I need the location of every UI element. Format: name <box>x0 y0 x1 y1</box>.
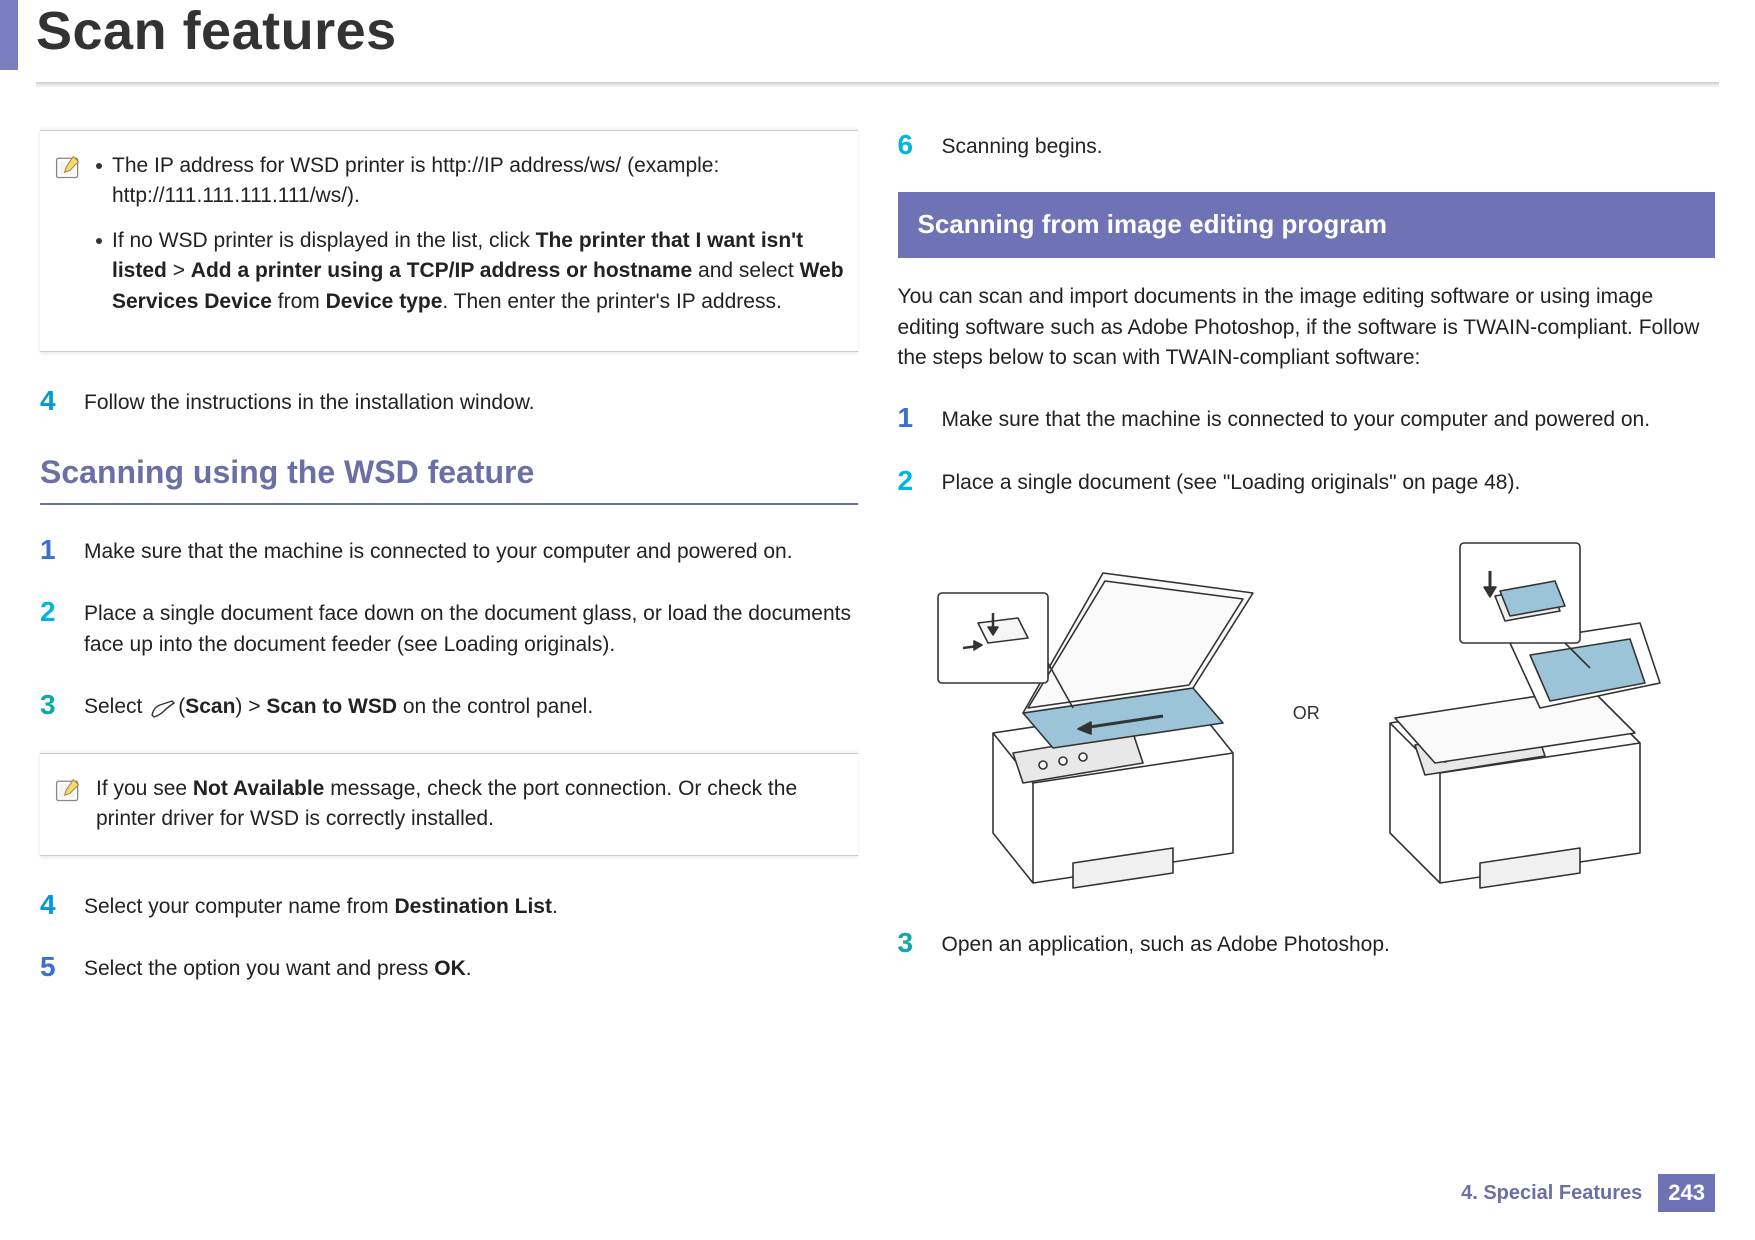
page-title: Scan features <box>36 0 397 62</box>
step-number: 1 <box>898 403 922 435</box>
left-column: The IP address for WSD printer is http:/… <box>40 130 858 1015</box>
step-number: 6 <box>898 130 922 162</box>
step-number: 1 <box>40 535 64 567</box>
section-band: Scanning from image editing program <box>898 192 1716 258</box>
step-text: Follow the instructions in the installat… <box>84 386 858 418</box>
page-header: Scan features <box>0 0 1755 90</box>
note-icon <box>54 153 82 181</box>
step-6-scanning-begins: 6 Scanning begins. <box>898 130 1716 162</box>
right-column: 6 Scanning begins. Scanning from image e… <box>898 130 1716 1015</box>
note-text: If you see Not Available message, check … <box>96 774 848 835</box>
printer-flatbed-illustration <box>933 533 1273 893</box>
footer-chapter: 4. Special Features <box>1461 1182 1642 1205</box>
step-text: Place a single document (see "Loading or… <box>942 466 1716 498</box>
heading-underline <box>40 503 858 505</box>
step-5-press-ok: 5 Select the option you want and press O… <box>40 952 858 984</box>
step-number: 2 <box>898 466 922 498</box>
step-text: Select (Scan) > Scan to WSD on the contr… <box>84 690 858 722</box>
step-text: Select your computer name from Destinati… <box>84 890 858 922</box>
step-text: Make sure that the machine is connected … <box>942 403 1716 435</box>
page-footer: 4. Special Features 243 <box>1461 1174 1715 1212</box>
note-bullet: The IP address for WSD printer is http:/… <box>96 151 848 212</box>
note-box-wsd-address: The IP address for WSD printer is http:/… <box>40 130 858 352</box>
note-text: If no WSD printer is displayed in the li… <box>112 226 848 317</box>
step-number: 4 <box>40 890 64 922</box>
note-icon <box>54 776 82 804</box>
header-accent <box>0 0 18 70</box>
step-number: 5 <box>40 952 64 984</box>
step-number: 3 <box>898 928 922 960</box>
step-4-destination: 4 Select your computer name from Destina… <box>40 890 858 922</box>
step-number: 4 <box>40 386 64 418</box>
step-2-place-document: 2 Place a single document face down on t… <box>40 597 858 660</box>
step-text: Open an application, such as Adobe Photo… <box>942 928 1716 960</box>
printer-adf-illustration <box>1340 533 1680 893</box>
scan-hand-icon <box>150 697 176 719</box>
step-text: Place a single document face down on the… <box>84 597 858 660</box>
header-underline <box>36 82 1719 88</box>
step-4-install: 4 Follow the instructions in the install… <box>40 386 858 418</box>
note-box-not-available: If you see Not Available message, check … <box>40 753 858 856</box>
bullet-icon <box>96 163 102 169</box>
step-number: 3 <box>40 690 64 722</box>
or-label: OR <box>1293 700 1320 726</box>
step-text: Scanning begins. <box>942 130 1716 162</box>
step-number: 2 <box>40 597 64 660</box>
intro-paragraph: You can scan and import documents in the… <box>898 282 1716 373</box>
step-2-place-document: 2 Place a single document (see "Loading … <box>898 466 1716 498</box>
step-1-connect: 1 Make sure that the machine is connecte… <box>898 403 1716 435</box>
step-text: Select the option you want and press OK. <box>84 952 858 984</box>
bullet-icon <box>96 238 102 244</box>
subsection-heading: Scanning using the WSD feature <box>40 449 858 495</box>
step-3-open-app: 3 Open an application, such as Adobe Pho… <box>898 928 1716 960</box>
note-text: The IP address for WSD printer is http:/… <box>112 151 848 212</box>
note-bullet: If no WSD printer is displayed in the li… <box>96 226 848 317</box>
footer-page-number: 243 <box>1658 1174 1715 1212</box>
step-1-connect: 1 Make sure that the machine is connecte… <box>40 535 858 567</box>
step-text: Make sure that the machine is connected … <box>84 535 858 567</box>
figure-printer-loading: OR <box>898 528 1716 898</box>
step-3-select-scan: 3 Select (Scan) > Scan to WSD on the con… <box>40 690 858 722</box>
